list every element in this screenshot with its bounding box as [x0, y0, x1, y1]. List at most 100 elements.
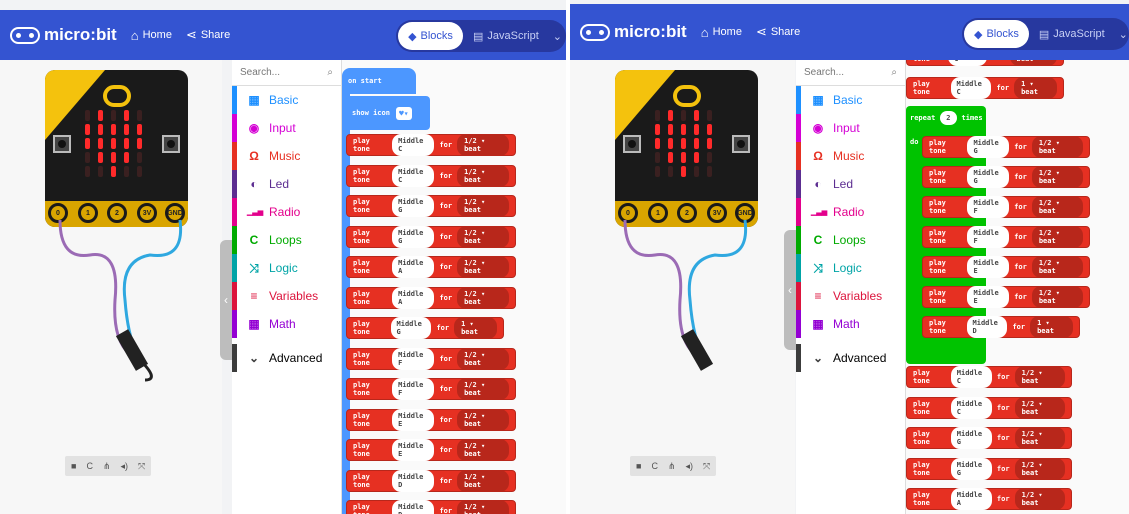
category-loops[interactable]: C Loops	[232, 226, 341, 254]
beat-dropdown[interactable]: 1/2 ▾ beat	[1014, 427, 1065, 449]
category-math[interactable]: ▦ Math	[232, 310, 341, 338]
note-pill[interactable]: Middle C	[392, 164, 435, 187]
play-tone-block[interactable]: play tone Middle E for 1/2 ▾ beat	[346, 439, 516, 461]
heart-icon[interactable]: ♥▾	[395, 106, 412, 120]
beat-dropdown[interactable]: 1 ▾ beat	[454, 317, 497, 339]
show-icon-block[interactable]: show icon ♥▾	[346, 96, 430, 130]
note-pill[interactable]: Middle C	[950, 77, 992, 99]
category-music[interactable]: Ω Music	[796, 142, 905, 170]
note-pill[interactable]: Middle F	[392, 378, 435, 400]
note-pill[interactable]: Middle F	[392, 347, 435, 370]
play-tone-block[interactable]: play tone Middle F for 1/2 ▾ beat	[922, 196, 1090, 218]
category-math[interactable]: ▦ Math	[796, 310, 905, 338]
play-tone-block[interactable]: play toneMiddle Gfor1/2 ▾ beat	[906, 457, 1072, 480]
mute-icon[interactable]: ◂)	[685, 461, 693, 472]
note-pill[interactable]: Middle D	[966, 316, 1008, 338]
category-basic[interactable]: ▦ Basic	[796, 86, 905, 114]
note-pill[interactable]: Middle G	[948, 60, 987, 66]
note-pill[interactable]: Middle F	[967, 196, 1010, 218]
beat-dropdown[interactable]: 1/2 ▾ beat	[457, 134, 509, 156]
play-tone-block[interactable]: play tone Middle F for 1/2 ▾ beat	[346, 378, 516, 400]
note-pill[interactable]: Middle A	[950, 488, 992, 510]
category-variables[interactable]: ≡ Variables	[232, 282, 341, 310]
play-tone-block[interactable]: play tone Middle C for 1/2 ▾ beat	[346, 134, 516, 156]
note-pill[interactable]: Middle D	[392, 469, 435, 492]
play-tone-block[interactable]: play tone Middle C for 1/2 ▾ beat	[906, 366, 1072, 388]
play-tone-block[interactable]: play tone Middle E for 1/2 ▾ beat	[922, 286, 1090, 308]
beat-dropdown[interactable]: 1/2 ▾ beat	[457, 225, 509, 248]
play-tone-block[interactable]: play toneMiddle Gfor1/2 ▾ beat	[922, 166, 1090, 188]
play-tone-block[interactable]: play tone Middle F for 1/2 ▾ beat	[346, 347, 516, 370]
play-tone-block[interactable]: play tone Middle A for 1/2 ▾ beat	[346, 256, 516, 278]
category-logic[interactable]: ⤨ Logic	[232, 254, 341, 282]
home-link[interactable]: ⌂ Home	[131, 28, 172, 43]
share-link[interactable]: ⋖ Share	[756, 24, 800, 40]
restart-icon[interactable]: C	[86, 461, 93, 471]
beat-dropdown[interactable]: 1/2 ▾ beat	[1031, 166, 1084, 188]
beat-dropdown[interactable]: 1/2 ▾ beat	[1014, 457, 1065, 480]
note-pill[interactable]: Middle E	[392, 408, 435, 431]
toolbox-search[interactable]: Search... ⌕	[232, 60, 341, 86]
toolbox-collapse-handle[interactable]: ‹	[220, 240, 232, 360]
beat-dropdown[interactable]: 1/2 ▾ beat	[1014, 396, 1065, 419]
note-pill[interactable]: Middle G	[950, 457, 992, 480]
home-link[interactable]: ⌂ Home	[701, 25, 742, 40]
play-tone-block[interactable]: play tone Middle E for 1/2 ▾ beat	[922, 256, 1090, 278]
beat-dropdown[interactable]: 1/2 ▾ beat	[1031, 196, 1084, 218]
toolbox-collapse-handle[interactable]: ‹	[784, 230, 796, 350]
play-tone-block[interactable]: play tone Middle C for 1/2 ▾ beat	[346, 164, 516, 187]
blocks-tab[interactable]: ◆ Blocks	[398, 22, 464, 50]
microbit-logo[interactable]: micro:bit	[10, 25, 117, 45]
beat-dropdown[interactable]: 1/2 ▾ beat	[1014, 488, 1065, 510]
mute-icon[interactable]: ◂)	[120, 461, 128, 472]
note-pill[interactable]: Middle E	[967, 286, 1010, 308]
category-input[interactable]: ◉ Input	[796, 114, 905, 142]
debug-icon[interactable]: ⋔	[103, 461, 111, 472]
category-advanced[interactable]: ⌄ Advanced	[796, 344, 905, 372]
beat-dropdown[interactable]: 1/2 ▾ beat	[1031, 136, 1084, 158]
note-pill[interactable]: Middle G	[390, 317, 432, 339]
beat-dropdown[interactable]: 1/2 ▾ beat	[457, 347, 509, 370]
debug-icon[interactable]: ⋔	[668, 461, 676, 472]
beat-dropdown[interactable]: 1/2 ▾ beat	[457, 164, 509, 187]
play-tone-block[interactable]: play tone Middle C for 1 ▾ beat	[906, 77, 1064, 99]
note-pill[interactable]: Middle E	[392, 439, 435, 461]
play-tone-block[interactable]: play tone Middle A for 1/2 ▾ beat	[346, 286, 516, 309]
category-radio[interactable]: ▁▃▅ Radio	[232, 198, 341, 226]
blocks-tab[interactable]: ◆ Blocks	[964, 20, 1029, 48]
note-pill[interactable]: Middle D	[392, 500, 435, 514]
stop-icon[interactable]: ■	[71, 461, 76, 471]
category-basic[interactable]: ▦ Basic	[232, 86, 341, 114]
beat-dropdown[interactable]: 1/2 ▾ beat	[1014, 366, 1065, 388]
beat-dropdown[interactable]: 1 ▾ beat	[1014, 77, 1057, 99]
play-tone-block[interactable]: play toneMiddle Gfor1/2 ▾ beat	[922, 136, 1090, 158]
category-logic[interactable]: ⤨ Logic	[796, 254, 905, 282]
beat-dropdown[interactable]: 1/2 ▾ beat	[457, 286, 509, 309]
play-tone-block[interactable]: play tone Middle D for 1 ▾ beat	[922, 316, 1080, 338]
beat-dropdown[interactable]: 1/2 ▾ beat	[1031, 256, 1084, 278]
category-radio[interactable]: ▁▃▅ Radio	[796, 198, 905, 226]
play-tone-block[interactable]: play tone Middle F for 1/2 ▾ beat	[922, 226, 1090, 248]
beat-dropdown[interactable]: 1/2 ▾ beat	[1031, 286, 1084, 308]
note-pill[interactable]: Middle G	[392, 195, 435, 217]
javascript-tab[interactable]: ▤ JavaScript	[463, 22, 549, 50]
play-tone-block[interactable]: play toneMiddle Gfor1/2 ▾ beat	[906, 60, 1064, 66]
note-pill[interactable]: Middle G	[967, 136, 1010, 158]
note-pill[interactable]: Middle C	[950, 396, 992, 419]
repeat-count[interactable]: 2	[940, 111, 957, 125]
beat-dropdown[interactable]: 1/2 ▾ beat	[457, 469, 509, 492]
beat-dropdown[interactable]: 1/2 ▾ beat	[457, 408, 509, 431]
category-music[interactable]: Ω Music	[232, 142, 341, 170]
beat-dropdown[interactable]: 1/2 ▾ beat	[457, 378, 509, 400]
category-input[interactable]: ◉ Input	[232, 114, 341, 142]
note-pill[interactable]: Middle E	[967, 256, 1010, 278]
language-dropdown[interactable]: ⌄	[1115, 20, 1129, 48]
note-pill[interactable]: Middle G	[950, 427, 992, 449]
stop-icon[interactable]: ■	[636, 461, 641, 471]
category-led[interactable]: ◐ Led	[796, 170, 905, 198]
play-tone-block[interactable]: play tone Middle C for 1/2 ▾ beat	[906, 396, 1072, 419]
beat-dropdown[interactable]: 1/2 ▾ beat	[1009, 60, 1057, 66]
note-pill[interactable]: Middle F	[967, 226, 1010, 248]
note-pill[interactable]: Middle A	[392, 256, 435, 278]
on-start-block[interactable]: on start	[342, 68, 416, 94]
